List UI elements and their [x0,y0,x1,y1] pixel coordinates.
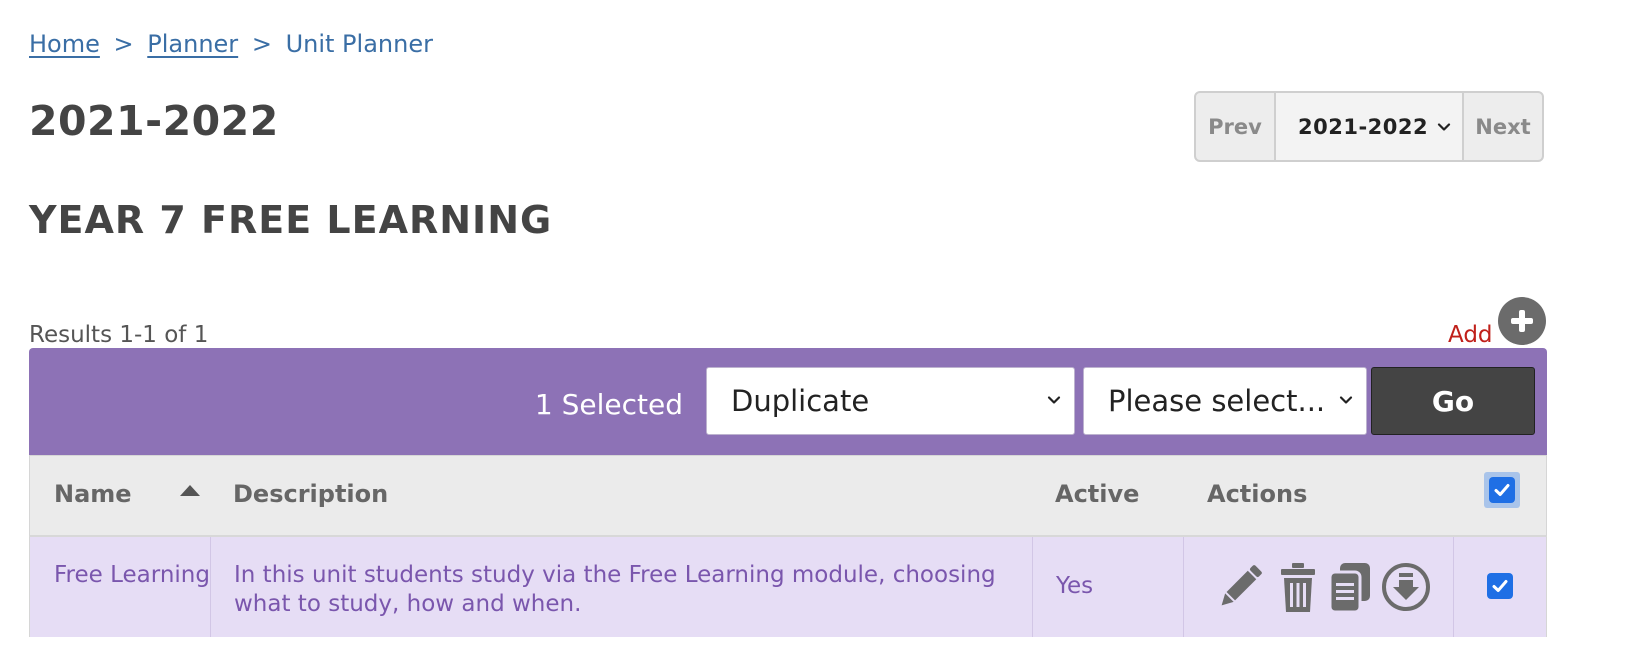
copy-icon[interactable] [1324,559,1376,615]
pencil-icon[interactable] [1214,559,1266,615]
year-navigation: Prev 2021-2022 Next [1194,91,1544,162]
table-header: Name Description Active Actions [29,455,1547,537]
bulk-action-select[interactable]: Duplicate [706,367,1075,435]
bulk-action-value: Duplicate [731,384,870,418]
page-title: 2021-2022 [29,97,279,145]
next-year-button[interactable]: Next [1464,93,1542,160]
row-select-cell [1454,537,1548,637]
chevron-down-icon [1339,396,1353,404]
selected-count: 1 Selected [534,388,683,421]
add-icon[interactable] [1498,297,1546,345]
units-table: Name Description Active Actions Free Lea… [29,455,1547,637]
breadcrumb: Home > Planner > Unit Planner [29,30,433,58]
results-count: Results 1-1 of 1 [29,322,209,348]
table-row[interactable]: Free Learning In this unit students stud… [29,537,1547,637]
breadcrumb-planner-link[interactable]: Planner [147,30,238,58]
section-title: YEAR 7 FREE LEARNING [29,198,553,242]
row-active: Yes [1033,537,1184,637]
breadcrumb-home-link[interactable]: Home [29,30,100,58]
bulk-action-bar: 1 Selected Duplicate Please select... Go [29,348,1547,455]
breadcrumb-current: Unit Planner [285,30,433,58]
year-select-value: 2021-2022 [1298,114,1429,139]
breadcrumb-separator: > [251,30,272,58]
prev-year-button[interactable]: Prev [1196,93,1274,160]
checkmark-icon [1492,580,1508,592]
column-header-active[interactable]: Active [1055,480,1139,508]
bulk-target-value: Please select... [1108,384,1326,418]
row-description: In this unit students study via the Free… [211,537,1033,637]
select-all-checkbox[interactable] [1484,472,1520,508]
chevron-down-icon [1437,122,1451,131]
column-header-name[interactable]: Name [54,480,132,508]
column-header-actions: Actions [1207,480,1308,508]
bulk-target-select[interactable]: Please select... [1083,367,1367,435]
go-button[interactable]: Go [1371,367,1535,435]
sort-ascending-icon[interactable] [180,485,200,496]
row-name: Free Learning [30,537,211,637]
breadcrumb-separator: > [113,30,134,58]
checkmark-icon [1489,477,1515,503]
add-link[interactable]: Add [1448,322,1493,348]
download-icon[interactable] [1380,559,1432,615]
row-checkbox[interactable] [1487,573,1513,599]
year-select[interactable]: 2021-2022 [1274,93,1464,160]
trash-icon[interactable] [1272,559,1324,615]
column-header-description[interactable]: Description [233,480,388,508]
row-actions [1184,537,1454,637]
chevron-down-icon [1047,396,1061,404]
